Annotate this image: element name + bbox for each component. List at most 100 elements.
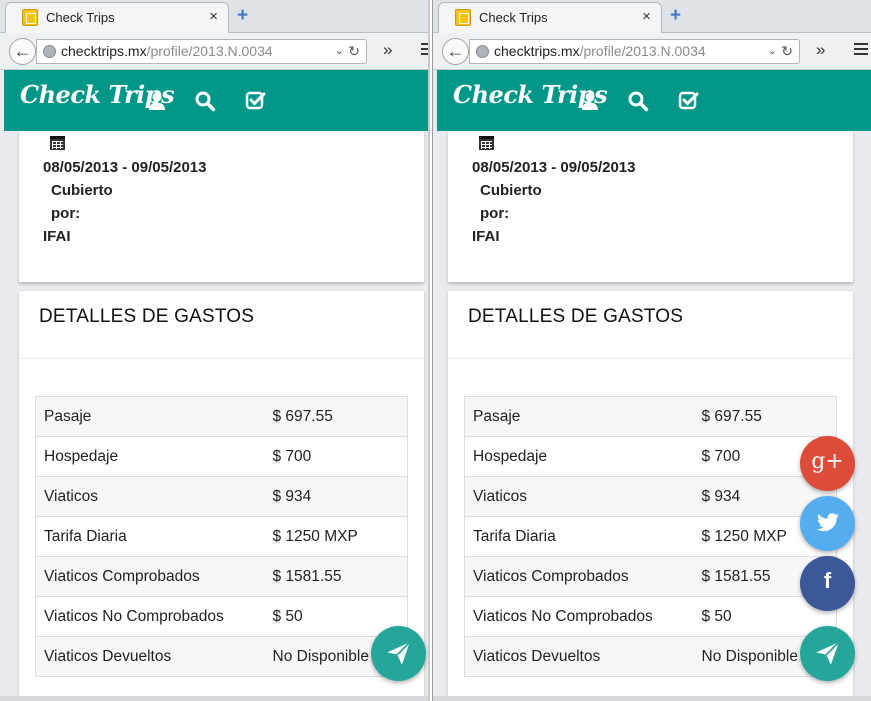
history-dropdown-icon[interactable]: ⌄: [768, 40, 777, 62]
table-row: Pasaje $ 697.55: [464, 396, 837, 437]
table-row: Pasaje $ 697.55: [35, 396, 408, 437]
tab-strip: Check Trips × +: [433, 0, 871, 33]
covered-by-label-2: por:: [480, 205, 510, 222]
search-icon[interactable]: [194, 90, 216, 112]
covered-by-label-2: por:: [51, 205, 81, 222]
expense-label: Pasaje: [35, 396, 273, 437]
google-plus-share-button[interactable]: g+: [800, 436, 855, 491]
navigation-bar: ← checktrips.mx/profile/2013.N.0034 ⌄ ↻ …: [433, 33, 871, 70]
close-tab-icon[interactable]: ×: [642, 8, 651, 25]
expense-label: Pasaje: [464, 396, 702, 437]
table-row: Viaticos No Comprobados $ 50: [35, 596, 408, 637]
covered-by-value: IFAI: [43, 228, 71, 245]
close-tab-icon[interactable]: ×: [209, 8, 218, 25]
url-domain: checktrips.mx: [61, 43, 147, 59]
table-row: Tarifa Diaria $ 1250 MXP: [464, 516, 837, 557]
trip-info-card: 08/05/2013 - 09/05/2013 Cubierto por: IF…: [448, 131, 853, 282]
back-button[interactable]: ←: [9, 38, 36, 65]
table-row: Hospedaje $ 700: [464, 436, 837, 477]
covered-by-label: Cubierto: [51, 182, 113, 199]
expense-details-card: DETALLES DE GASTOS Pasaje $ 697.55 Hosped…: [19, 291, 424, 701]
expense-label: Viaticos Comprobados: [464, 556, 702, 597]
back-button[interactable]: ←: [442, 38, 469, 65]
table-row: Tarifa Diaria $ 1250 MXP: [35, 516, 408, 557]
expense-label: Viaticos Devueltos: [35, 636, 273, 677]
new-tab-button[interactable]: +: [237, 5, 248, 27]
check-square-icon[interactable]: [244, 90, 266, 112]
expense-details-card: DETALLES DE GASTOS Pasaje $ 697.55 Hosped…: [448, 291, 853, 701]
browser-tab[interactable]: Check Trips ×: [5, 2, 229, 33]
expense-value: $ 1581.55: [272, 556, 408, 597]
reload-icon[interactable]: ↻: [781, 40, 793, 62]
share-fab-button[interactable]: [800, 626, 855, 681]
address-bar[interactable]: checktrips.mx/profile/2013.N.0034 ⌄ ↻: [469, 39, 800, 64]
expense-label: Tarifa Diaria: [35, 516, 273, 557]
section-title: DETALLES DE GASTOS: [39, 306, 255, 327]
expense-value: $ 697.55: [701, 396, 837, 437]
trip-dates: 08/05/2013 - 09/05/2013: [472, 159, 636, 176]
browser-window-right: Check Trips × + ← checktrips.mx/profile/…: [432, 0, 871, 701]
tab-title: Check Trips: [46, 10, 115, 25]
page-favicon: [22, 9, 38, 26]
twitter-icon: [817, 513, 839, 532]
covered-by-value: IFAI: [472, 228, 500, 245]
expense-label: Tarifa Diaria: [464, 516, 702, 557]
overflow-chevron-icon[interactable]: »: [816, 40, 825, 60]
twitter-share-button[interactable]: [800, 496, 855, 551]
app-header: Check Trips: [4, 70, 428, 131]
expense-table: Pasaje $ 697.55 Hospedaje $ 700 Viaticos $ …: [35, 396, 408, 677]
table-row: Viaticos $ 934: [35, 476, 408, 517]
url-domain: checktrips.mx: [494, 43, 580, 59]
user-icon[interactable]: [579, 90, 601, 112]
facebook-icon: f: [823, 568, 832, 593]
divider: [448, 358, 853, 359]
navigation-bar: ← checktrips.mx/profile/2013.N.0034 ⌄ ↻ …: [0, 33, 428, 70]
expense-label: Viaticos Comprobados: [35, 556, 273, 597]
expense-label: Viaticos No Comprobados: [464, 596, 702, 637]
table-row: Viaticos Comprobados $ 1581.55: [35, 556, 408, 597]
browser-window-left: Check Trips × + ← checktrips.mx/profile/…: [0, 0, 430, 701]
search-icon[interactable]: [627, 90, 649, 112]
trip-dates: 08/05/2013 - 09/05/2013: [43, 159, 207, 176]
expense-label: Hospedaje: [464, 436, 702, 477]
table-row: Viaticos $ 934: [464, 476, 837, 517]
calendar-icon: [50, 136, 65, 150]
globe-icon: [43, 45, 56, 58]
share-fab-button[interactable]: [371, 626, 426, 681]
address-bar[interactable]: checktrips.mx/profile/2013.N.0034 ⌄ ↻: [36, 39, 367, 64]
check-square-icon[interactable]: [677, 90, 699, 112]
expense-label: Viaticos: [35, 476, 273, 517]
send-icon: [816, 641, 840, 665]
divider: [19, 358, 424, 359]
send-icon: [387, 641, 411, 665]
status-strip: [0, 696, 428, 701]
history-dropdown-icon[interactable]: ⌄: [335, 40, 344, 62]
google-plus-icon: g+: [811, 449, 844, 474]
overflow-chevron-icon[interactable]: »: [383, 40, 392, 60]
globe-icon: [476, 45, 489, 58]
menu-icon[interactable]: [854, 43, 868, 58]
facebook-share-button[interactable]: f: [800, 556, 855, 611]
expense-value: $ 1250 MXP: [272, 516, 408, 557]
url-path: /profile/2013.N.0034: [146, 43, 273, 59]
expense-value: $ 697.55: [272, 396, 408, 437]
table-row: Viaticos Devueltos No Disponible: [464, 636, 837, 677]
page-favicon: [455, 9, 471, 26]
table-row: Viaticos No Comprobados $ 50: [464, 596, 837, 637]
covered-by-label: Cubierto: [480, 182, 542, 199]
tab-title: Check Trips: [479, 10, 548, 25]
browser-tab[interactable]: Check Trips ×: [438, 2, 662, 33]
table-row: Viaticos Devueltos No Disponible: [35, 636, 408, 677]
expense-label: Viaticos Devueltos: [464, 636, 702, 677]
expense-label: Viaticos: [464, 476, 702, 517]
reload-icon[interactable]: ↻: [348, 40, 360, 62]
expense-label: Hospedaje: [35, 436, 273, 477]
status-strip: [433, 696, 871, 701]
user-icon[interactable]: [146, 90, 168, 112]
expense-value: $ 934: [272, 476, 408, 517]
menu-icon[interactable]: [421, 43, 428, 58]
new-tab-button[interactable]: +: [670, 5, 681, 27]
url-path: /profile/2013.N.0034: [579, 43, 706, 59]
expense-value: $ 700: [272, 436, 408, 477]
table-row: Viaticos Comprobados $ 1581.55: [464, 556, 837, 597]
